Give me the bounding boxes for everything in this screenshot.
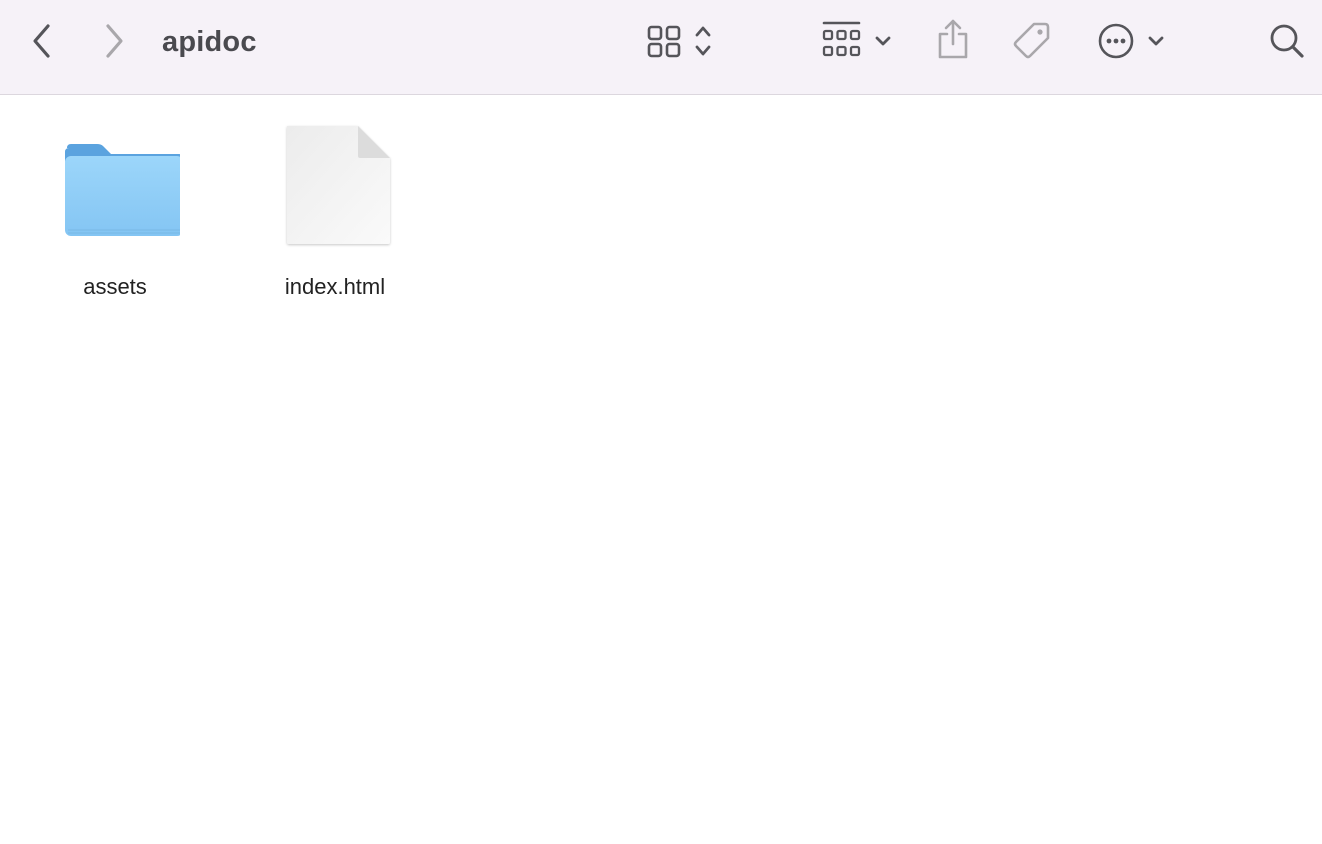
icon-grid-view-icon (647, 25, 711, 58)
search-button[interactable] (1264, 18, 1310, 64)
file-name-label: index.html (284, 274, 386, 299)
tag-button[interactable] (1008, 16, 1054, 64)
file-browser: assets index.html (0, 96, 1322, 844)
toolbar: apidoc (0, 0, 1322, 95)
group-by-icon (822, 21, 891, 57)
more-actions-button[interactable] (1094, 18, 1174, 64)
ellipsis-circle-icon (1098, 23, 1164, 59)
back-button[interactable] (22, 20, 62, 62)
file-item-assets[interactable]: assets (40, 124, 190, 324)
share-button[interactable] (930, 16, 976, 64)
chevron-right-icon (106, 24, 123, 58)
document-icon (270, 124, 400, 254)
folder-icon (50, 124, 183, 254)
window-title: apidoc (162, 26, 257, 58)
group-by-button[interactable] (818, 18, 902, 64)
tag-icon (1013, 22, 1050, 59)
share-icon (938, 19, 968, 59)
search-icon (1270, 24, 1304, 58)
chevron-left-icon (33, 24, 50, 58)
finder-window: apidoc assets index.html (0, 0, 1322, 844)
file-name-label: assets (83, 274, 147, 299)
forward-button[interactable] (94, 20, 134, 62)
file-item-index-html[interactable]: index.html (260, 124, 410, 324)
view-mode-button[interactable] (640, 18, 724, 64)
